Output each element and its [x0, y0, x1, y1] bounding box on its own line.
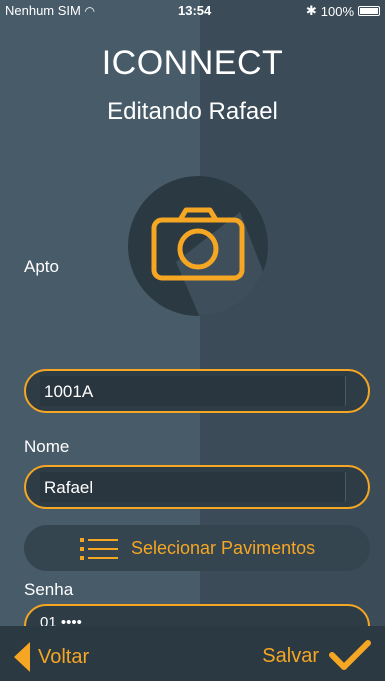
carrier-status: Nenhum SIM ◠	[5, 3, 95, 18]
back-label: Voltar	[38, 645, 90, 668]
status-time: 13:54	[178, 3, 212, 18]
save-button[interactable]: Salvar	[262, 638, 371, 674]
apto-field[interactable]: 1001A	[24, 369, 370, 413]
camera-icon	[128, 176, 268, 316]
save-label: Salvar	[262, 644, 319, 667]
back-button[interactable]: Voltar	[14, 640, 89, 674]
apto-value: 1001A	[44, 382, 94, 401]
photo-picker[interactable]	[128, 176, 268, 316]
nome-value: Rafael	[44, 478, 94, 497]
battery-percent: 100%	[320, 3, 354, 19]
checkmark-icon	[329, 640, 371, 670]
bluetooth-icon: ✱	[305, 3, 317, 18]
app-title: ICONNECT	[101, 44, 284, 82]
status-bar: Nenhum SIM ◠ 13:54 ✱ 100%	[0, 0, 385, 22]
back-arrow-icon	[14, 642, 30, 672]
nome-field[interactable]: Rafael	[24, 465, 370, 509]
nome-label: Nome	[24, 437, 70, 456]
senha-label: Senha	[24, 580, 74, 599]
battery-icon	[358, 6, 380, 16]
wifi-icon: ◠	[84, 4, 95, 18]
apto-label: Apto	[24, 257, 59, 276]
battery-status: ✱ 100%	[306, 3, 380, 19]
page-subtitle: Editando Rafael	[107, 98, 278, 125]
select-floors-label: Selecionar Pavimentos	[131, 538, 316, 558]
select-floors-button[interactable]: Selecionar Pavimentos	[24, 525, 370, 571]
carrier-label: Nenhum SIM	[5, 3, 81, 18]
list-icon	[80, 538, 118, 560]
